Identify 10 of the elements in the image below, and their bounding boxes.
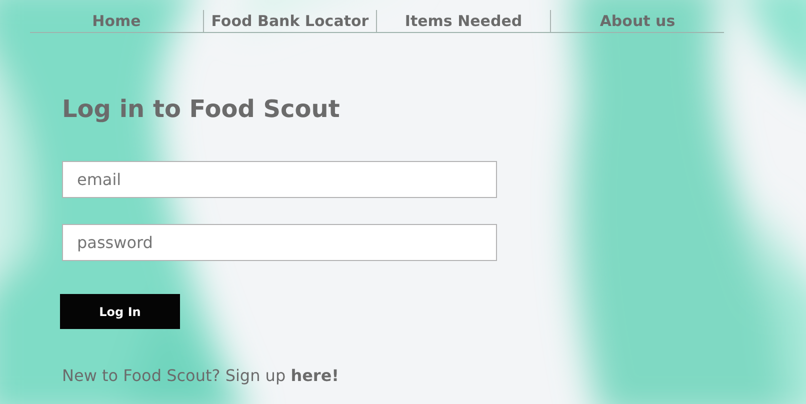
input-field[interactable]: password xyxy=(62,224,497,261)
nav-link[interactable]: Food Bank Locator xyxy=(211,12,369,30)
input-field[interactable]: email xyxy=(62,161,497,198)
signup-link[interactable]: here! xyxy=(290,366,339,385)
nav-link[interactable]: Items Needed xyxy=(404,12,522,30)
page-title: Log in to Food Scout xyxy=(62,95,341,123)
nav-link[interactable]: About us xyxy=(600,12,676,30)
signup-prompt: New to Food Scout? Sign up here! xyxy=(62,366,340,385)
nav-link[interactable]: Home xyxy=(92,12,141,30)
login-button[interactable]: Log In xyxy=(60,294,180,329)
